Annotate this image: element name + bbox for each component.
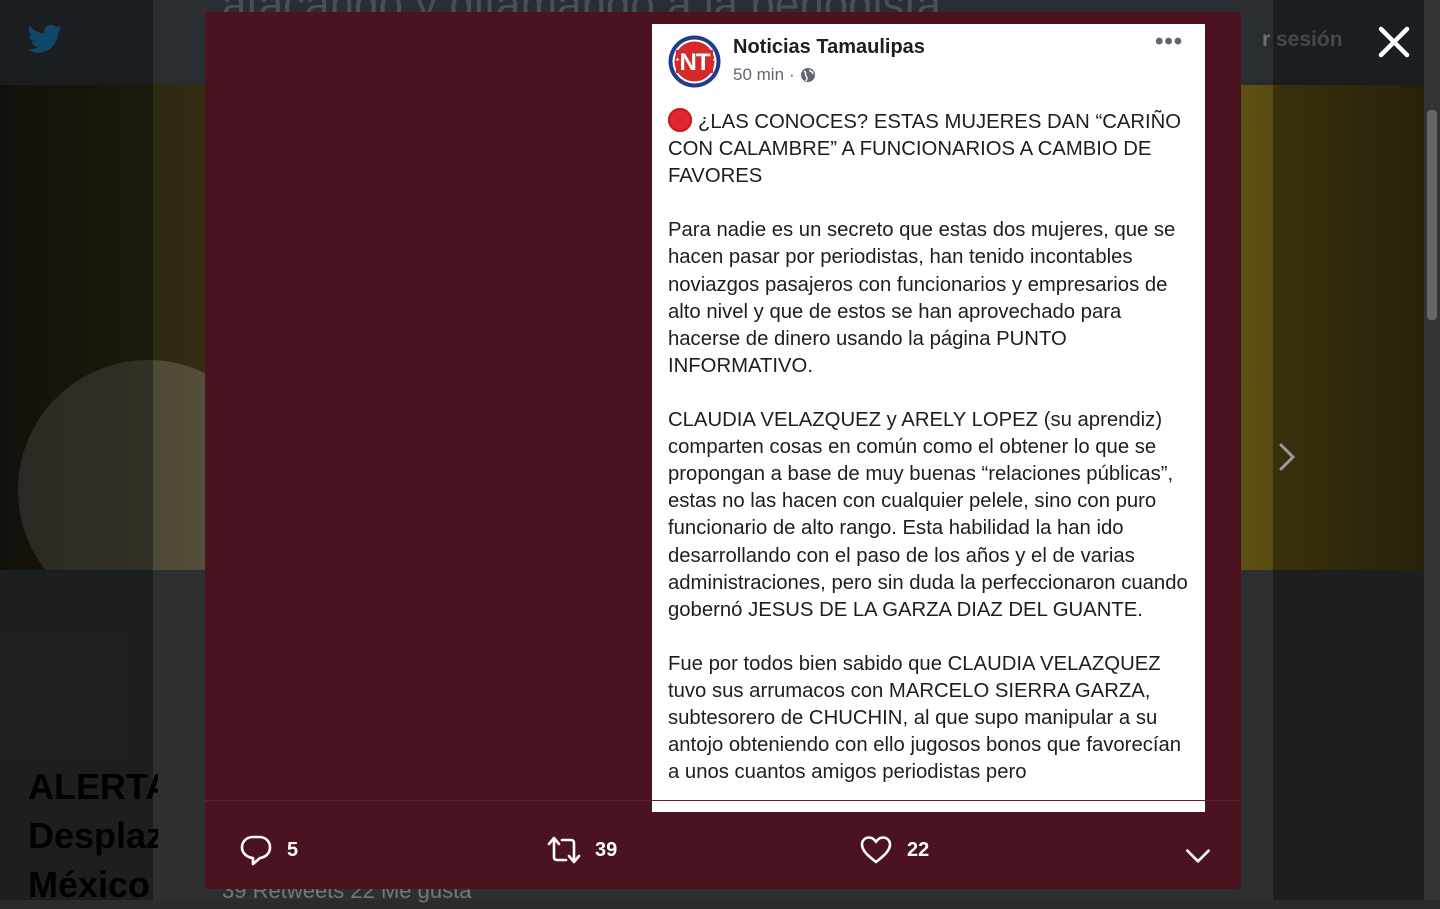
post-body: ¿LAS CONOCES? ESTAS MUJERES DAN “CARIÑO … xyxy=(668,108,1196,812)
retweet-icon xyxy=(547,836,581,864)
scrollbar-thumb[interactable] xyxy=(1427,110,1437,320)
retweet-count: 39 xyxy=(595,838,618,861)
tweet-action-bar: 5 39 22 xyxy=(205,800,1241,890)
like-button[interactable]: 22 xyxy=(859,833,929,867)
globe-icon xyxy=(800,68,815,82)
post-paragraph: ¿LAS CONOCES? ESTAS MUJERES DAN “CARIÑO … xyxy=(668,108,1196,190)
stop-sign-icon xyxy=(668,108,692,132)
post-time[interactable]: 50 min xyxy=(733,65,784,85)
reply-icon xyxy=(240,835,272,866)
reply-button[interactable]: 5 xyxy=(239,833,298,867)
noticias-tamaulipas-logo: NT xyxy=(668,35,721,88)
background-dim-left xyxy=(0,0,153,900)
close-icon[interactable] xyxy=(1374,22,1414,62)
heart-icon xyxy=(860,836,892,864)
post-paragraph: Fue por todos bien sabido que CLAUDIA VE… xyxy=(668,652,1182,784)
chevron-right-icon[interactable] xyxy=(1274,440,1300,474)
more-options-icon[interactable]: ••• xyxy=(1155,30,1183,56)
chevron-down-icon xyxy=(1186,849,1210,863)
media-modal: NT Noticias Tamaulipas 50 min · ••• ¿LAS… xyxy=(205,12,1241,889)
post-paragraph: CLAUDIA VELAZQUEZ y ARELY LOPEZ (su apre… xyxy=(668,409,1188,621)
reply-count: 5 xyxy=(287,838,299,861)
like-count: 22 xyxy=(907,838,930,861)
more-actions-button[interactable] xyxy=(1183,841,1213,871)
post-meta: 50 min · xyxy=(733,65,816,85)
facebook-post-image: NT Noticias Tamaulipas 50 min · ••• ¿LAS… xyxy=(652,24,1205,812)
svg-text:NT: NT xyxy=(680,49,711,76)
retweet-button[interactable]: 39 xyxy=(547,833,617,867)
page-name[interactable]: Noticias Tamaulipas xyxy=(733,36,925,59)
meta-separator: · xyxy=(789,65,795,84)
post-paragraph: Para nadie es un secreto que estas dos m… xyxy=(668,219,1176,377)
